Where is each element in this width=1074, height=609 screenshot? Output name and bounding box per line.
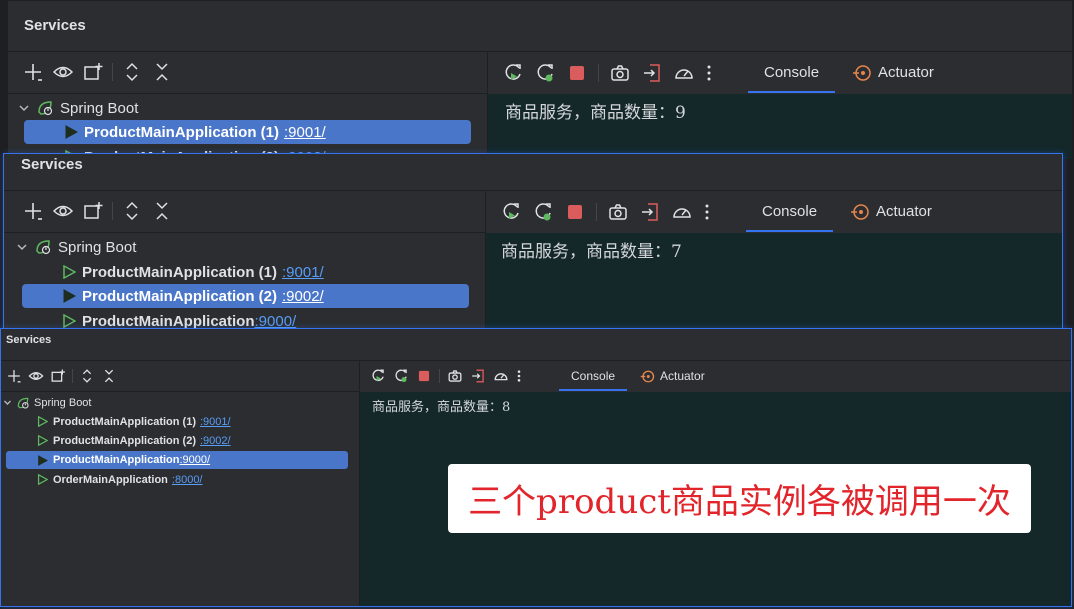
tree-row-product-1[interactable]: ProductMainApplication (1) :9001/ xyxy=(24,120,471,144)
tree-group-spring-boot[interactable]: Spring Boot xyxy=(16,235,136,259)
console-line: 商品服务，商品数量：8 xyxy=(372,400,511,415)
expand-all-icon[interactable] xyxy=(121,200,143,222)
chevron-down-icon[interactable] xyxy=(18,102,30,114)
tree-group-spring-boot[interactable]: Spring Boot xyxy=(18,96,138,120)
running-icon xyxy=(37,454,48,466)
console-output-area[interactable]: 商品服务，商品数量：7 xyxy=(486,233,1062,330)
spring-boot-icon xyxy=(16,396,30,410)
camera-icon[interactable] xyxy=(447,368,463,384)
run-icon xyxy=(37,474,48,485)
camera-icon[interactable] xyxy=(609,62,631,84)
annotation-caption: 三个product商品实例各被调用一次 xyxy=(448,464,1031,533)
services-toolbar xyxy=(22,52,173,92)
more-icon[interactable] xyxy=(705,62,713,84)
tab-console[interactable]: Console xyxy=(748,52,836,93)
spring-boot-icon xyxy=(34,238,52,256)
console-toolbar xyxy=(500,191,711,232)
stop-icon[interactable] xyxy=(416,368,432,384)
chevron-down-icon[interactable] xyxy=(16,241,28,253)
new-group-icon[interactable] xyxy=(50,368,66,384)
expand-all-icon[interactable] xyxy=(121,61,143,83)
panel-title: Services xyxy=(24,17,86,34)
tab-console[interactable]: Console xyxy=(559,361,628,391)
running-icon xyxy=(64,125,78,139)
add-service-icon[interactable] xyxy=(22,200,44,222)
group-label: Spring Boot xyxy=(58,238,137,256)
tree-row-product-1[interactable]: ProductMainApplication (1) :9001/ xyxy=(62,260,324,284)
exit-icon[interactable] xyxy=(639,201,661,223)
exit-icon[interactable] xyxy=(641,62,663,84)
services-panel-1: Services Spring Boot ProductMainApplicat… xyxy=(7,0,1073,160)
collapse-all-icon[interactable] xyxy=(151,61,173,83)
eye-icon[interactable] xyxy=(52,200,74,222)
services-toolbar xyxy=(22,191,173,231)
actuator-icon xyxy=(640,369,655,384)
console-toolbar xyxy=(502,52,713,93)
actuator-icon xyxy=(852,63,872,83)
console-output-area[interactable]: 商品服务，商品数量：9 xyxy=(488,94,1072,159)
eye-icon[interactable] xyxy=(28,368,44,384)
camera-icon[interactable] xyxy=(607,201,629,223)
run-icon xyxy=(37,416,48,427)
tree-group-spring-boot[interactable]: Spring Boot xyxy=(3,393,91,412)
group-label: Spring Boot xyxy=(60,99,139,117)
tree-row-product-2[interactable]: ProductMainApplication (2) :9002/ xyxy=(37,431,231,450)
eye-icon[interactable] xyxy=(52,61,74,83)
tab-actuator[interactable]: Actuator xyxy=(640,361,705,391)
panel-title: Services xyxy=(21,156,83,173)
more-icon[interactable] xyxy=(703,201,711,223)
rerun-icon[interactable] xyxy=(370,368,386,384)
rerun-debug-icon[interactable] xyxy=(534,62,556,84)
exit-icon[interactable] xyxy=(470,368,486,384)
tab-actuator[interactable]: Actuator xyxy=(850,191,932,232)
tree-row-product-1[interactable]: ProductMainApplication (1) :9001/ xyxy=(37,412,231,431)
rerun-debug-icon[interactable] xyxy=(393,368,409,384)
tree-row-product-2[interactable]: ProductMainApplication (2) :9002/ xyxy=(22,284,469,308)
stop-icon[interactable] xyxy=(566,62,588,84)
gauge-icon[interactable] xyxy=(673,62,695,84)
add-service-icon[interactable] xyxy=(6,368,22,384)
add-service-icon[interactable] xyxy=(22,61,44,83)
console-line: 商品服务，商品数量：9 xyxy=(505,103,686,123)
rerun-debug-icon[interactable] xyxy=(532,201,554,223)
collapse-all-icon[interactable] xyxy=(151,200,173,222)
console-toolbar xyxy=(370,361,522,391)
run-icon xyxy=(37,435,48,446)
spring-boot-icon xyxy=(36,99,54,117)
run-icon xyxy=(62,265,76,279)
run-icon xyxy=(62,314,76,328)
gauge-icon[interactable] xyxy=(493,368,509,384)
panel-title: Services xyxy=(6,334,52,346)
tab-actuator[interactable]: Actuator xyxy=(852,52,934,93)
more-icon[interactable] xyxy=(516,368,522,384)
stop-icon[interactable] xyxy=(564,201,586,223)
new-group-icon[interactable] xyxy=(82,61,104,83)
new-group-icon[interactable] xyxy=(82,200,104,222)
gauge-icon[interactable] xyxy=(671,201,693,223)
rerun-icon[interactable] xyxy=(502,62,524,84)
tree-row-product-main[interactable]: ProductMainApplication :9000/ xyxy=(6,451,348,469)
tree-row-order-main[interactable]: OrderMainApplication :8000/ xyxy=(37,470,203,489)
running-icon xyxy=(62,289,76,303)
services-toolbar xyxy=(6,361,117,391)
rerun-icon[interactable] xyxy=(500,201,522,223)
console-line: 商品服务，商品数量：7 xyxy=(501,242,682,262)
chevron-down-icon[interactable] xyxy=(3,398,12,407)
group-label: Spring Boot xyxy=(34,396,92,409)
collapse-all-icon[interactable] xyxy=(101,368,117,384)
services-panel-2: Services Spring Boot ProductMainApplicat… xyxy=(3,153,1063,331)
tab-console[interactable]: Console xyxy=(746,191,834,232)
expand-all-icon[interactable] xyxy=(79,368,95,384)
actuator-icon xyxy=(850,202,870,222)
